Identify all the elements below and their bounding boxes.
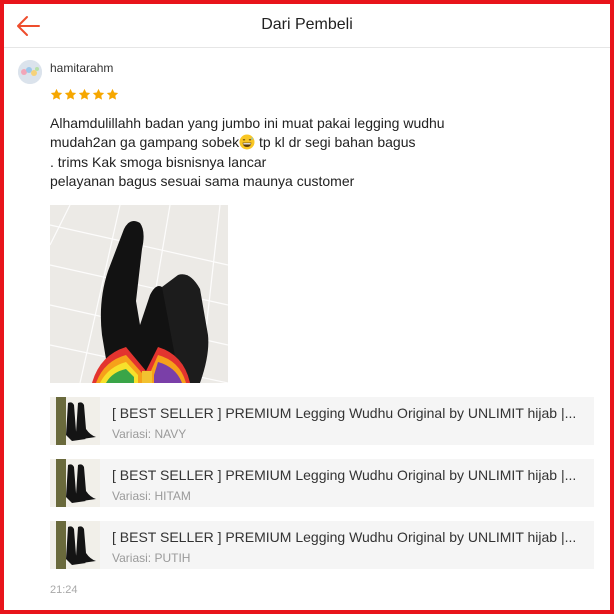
review-line: pelayanan bagus sesuai sama maunya custo…: [50, 172, 355, 189]
star-icon: [64, 88, 77, 100]
review-line-part: mudah2an ga gampang sobek: [50, 134, 240, 151]
product-thumbnail: [50, 459, 100, 507]
review-photo[interactable]: [50, 205, 228, 383]
rating-stars: [50, 88, 119, 101]
page-title: Dari Pembeli: [261, 16, 353, 33]
product-card[interactable]: [ BEST SELLER ] PREMIUM Legging Wudhu Or…: [50, 521, 594, 569]
product-variant: Variasi: PUTIH: [112, 551, 191, 565]
product-name: [ BEST SELLER ] PREMIUM Legging Wudhu Or…: [112, 529, 577, 545]
product-name: [ BEST SELLER ] PREMIUM Legging Wudhu Or…: [112, 405, 577, 421]
review-line: Alhamdulillahh badan yang jumbo ini muat…: [50, 115, 445, 131]
product-variant: Variasi: NAVY: [112, 427, 187, 441]
product-card[interactable]: [ BEST SELLER ] PREMIUM Legging Wudhu Or…: [50, 397, 594, 445]
top-bar: Dari Pembeli: [4, 4, 610, 48]
product-card[interactable]: [ BEST SELLER ] PREMIUM Legging Wudhu Or…: [50, 459, 594, 507]
review-text: Alhamdulillahh badan yang jumbo ini muat…: [50, 114, 590, 191]
reviewer-username[interactable]: hamitarahm: [50, 61, 113, 75]
review-line: . trims Kak smoga bisnisnya lancar: [50, 153, 267, 170]
star-icon: [106, 88, 119, 100]
star-icon: [78, 88, 91, 100]
review-line: mudah2an ga gampang sobek tp kl dr segi …: [50, 133, 590, 152]
product-name: [ BEST SELLER ] PREMIUM Legging Wudhu Or…: [112, 467, 577, 483]
product-variant: Variasi: HITAM: [112, 489, 191, 503]
star-icon: [92, 88, 105, 100]
avatar[interactable]: [18, 60, 42, 84]
review-line-part: tp kl dr segi bahan bagus: [255, 134, 416, 151]
grinning-sweat-emoji-icon: [239, 134, 255, 150]
product-thumbnail: [50, 397, 100, 445]
screen-frame: Dari Pembeli hamitarahm Alhamdulillahh b…: [0, 0, 614, 614]
review-time: 21:24: [50, 584, 78, 596]
purchased-products-list: [ BEST SELLER ] PREMIUM Legging Wudhu Or…: [50, 397, 594, 583]
star-icon: [50, 88, 63, 100]
product-thumbnail: [50, 521, 100, 569]
